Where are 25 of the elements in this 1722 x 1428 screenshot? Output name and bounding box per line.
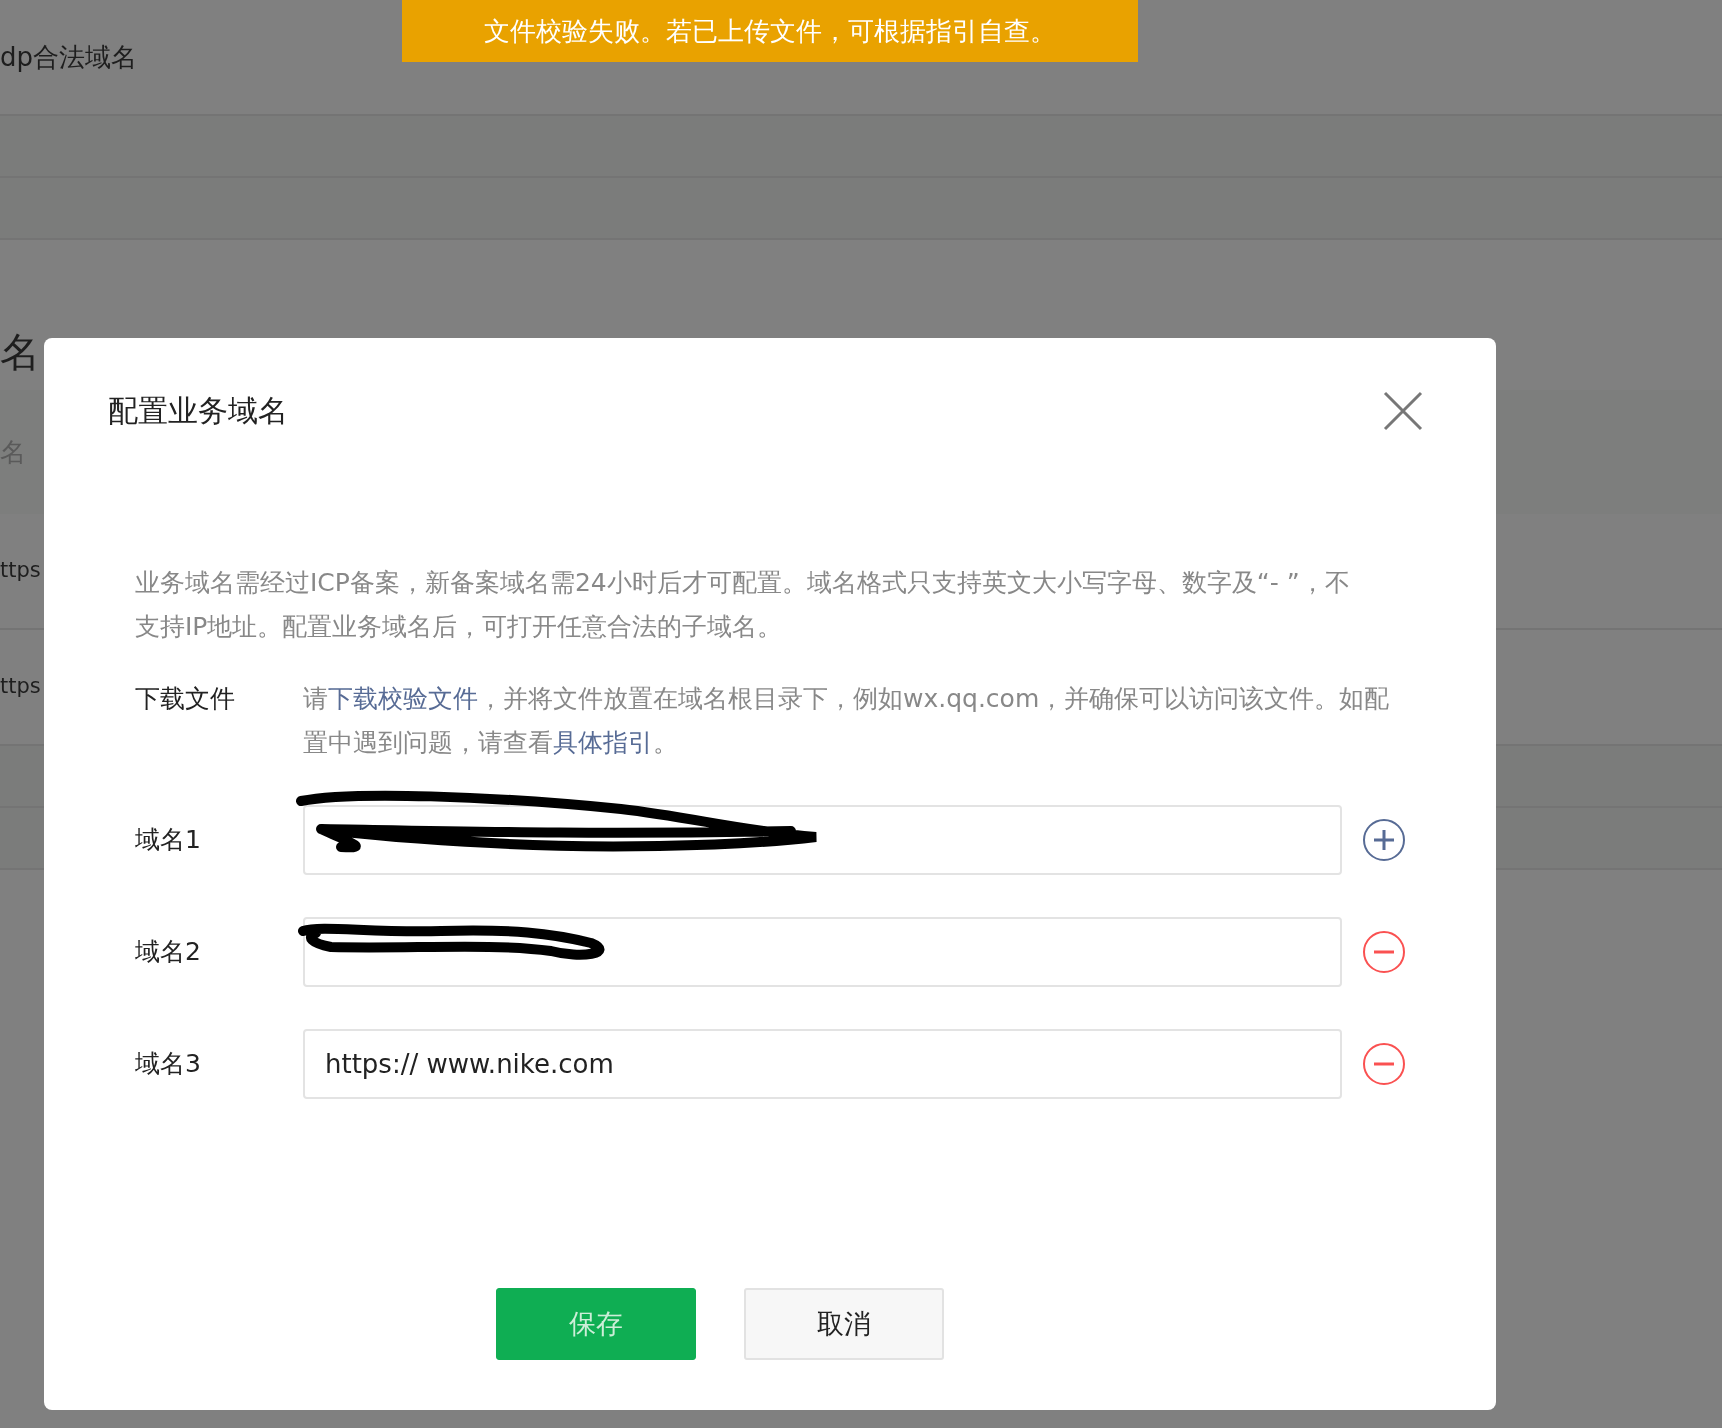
description-text: 业务域名需经过ICP备案，新备案域名需24小时后才可配置。域名格式只支持英文大小写字母、数字及“- ”，不支持IP地址。配置业务域名后，可打开任意合法的子域名。: [135, 567, 1351, 643]
background-text: ttps: [0, 557, 41, 585]
link[interactable]: 具体指引: [553, 728, 653, 757]
field-label: 下载文件: [135, 683, 236, 715]
minus-circle-icon: [1362, 930, 1406, 974]
link[interactable]: 下载校验文件: [328, 684, 478, 713]
field-label: 域名3: [135, 1048, 202, 1081]
background-text: ttps: [0, 673, 41, 701]
close-icon: [1382, 389, 1424, 432]
plus-circle-icon: [1362, 818, 1406, 862]
cancel-button[interactable]: 取消: [744, 1288, 944, 1360]
input-field[interactable]: [303, 917, 1342, 987]
instruction-text: 请下载校验文件，并将文件放置在域名根目录下，例如wx.qq.com，并确保可以访问该文件。如配置中遇到问题，请查看具体指引。: [303, 683, 1391, 759]
section-heading: 名: [0, 328, 40, 377]
add-button[interactable]: [1362, 818, 1406, 862]
field-label: 域名1: [135, 824, 202, 857]
dialog-title: 配置业务域名: [108, 392, 288, 430]
error-toast: 文件校验失败。若已上传文件，可根据指引自查。: [402, 0, 1138, 62]
remove-button[interactable]: [1362, 930, 1406, 974]
field-label: 域名2: [135, 936, 202, 969]
remove-button[interactable]: [1362, 1042, 1406, 1086]
close-button[interactable]: [1382, 389, 1424, 432]
minus-circle-icon: [1362, 1042, 1406, 1086]
background-text: dp合法域名: [0, 40, 137, 74]
input-field[interactable]: https:// www.nike.com: [303, 1029, 1342, 1099]
